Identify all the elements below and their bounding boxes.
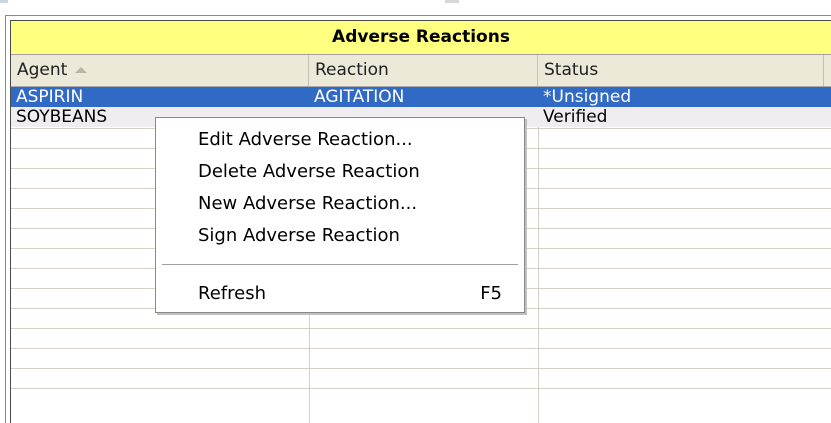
menu-item-label: Sign Adverse Reaction bbox=[198, 225, 400, 246]
menu-item-label: Delete Adverse Reaction bbox=[198, 161, 420, 182]
menu-item-label: Edit Adverse Reaction... bbox=[198, 129, 413, 150]
menu-item-sign-adverse-reaction[interactable]: Sign Adverse Reaction bbox=[156, 220, 524, 252]
grid-header: Agent Reaction Status bbox=[11, 55, 831, 87]
grid-line bbox=[11, 328, 831, 329]
menu-item-refresh[interactable]: Refresh F5 bbox=[156, 278, 524, 310]
column-header-label: Reaction bbox=[315, 60, 389, 80]
top-strip-marker bbox=[0, 0, 8, 3]
column-header-label: Agent bbox=[17, 60, 68, 80]
window-top-strip bbox=[0, 0, 831, 14]
column-header-label: Status bbox=[544, 60, 599, 80]
cell-status: *Unsigned bbox=[543, 87, 632, 107]
panel-title: Adverse Reactions bbox=[11, 21, 831, 55]
menu-separator bbox=[162, 264, 518, 265]
context-menu: Edit Adverse Reaction... Delete Adverse … bbox=[155, 117, 525, 313]
menu-item-label: New Adverse Reaction... bbox=[198, 193, 418, 214]
column-header-status[interactable]: Status bbox=[538, 55, 824, 86]
grid-line bbox=[11, 348, 831, 349]
column-header-reaction[interactable]: Reaction bbox=[309, 55, 538, 86]
grid-line bbox=[11, 388, 831, 389]
column-divider bbox=[538, 87, 539, 423]
menu-item-shortcut: F5 bbox=[480, 283, 502, 304]
menu-item-delete-adverse-reaction[interactable]: Delete Adverse Reaction bbox=[156, 156, 524, 188]
grid-line bbox=[11, 368, 831, 369]
cell-status: Verified bbox=[543, 107, 608, 127]
cell-agent: ASPIRIN bbox=[16, 87, 84, 107]
menu-item-edit-adverse-reaction[interactable]: Edit Adverse Reaction... bbox=[156, 124, 524, 156]
top-strip-marker bbox=[445, 0, 459, 3]
cell-reaction: AGITATION bbox=[314, 87, 405, 107]
column-header-agent[interactable]: Agent bbox=[11, 55, 309, 86]
menu-item-new-adverse-reaction[interactable]: New Adverse Reaction... bbox=[156, 188, 524, 220]
sort-ascending-icon bbox=[75, 67, 88, 73]
table-row[interactable]: ASPIRIN AGITATION *Unsigned bbox=[11, 87, 831, 107]
menu-item-label: Refresh bbox=[198, 283, 266, 304]
